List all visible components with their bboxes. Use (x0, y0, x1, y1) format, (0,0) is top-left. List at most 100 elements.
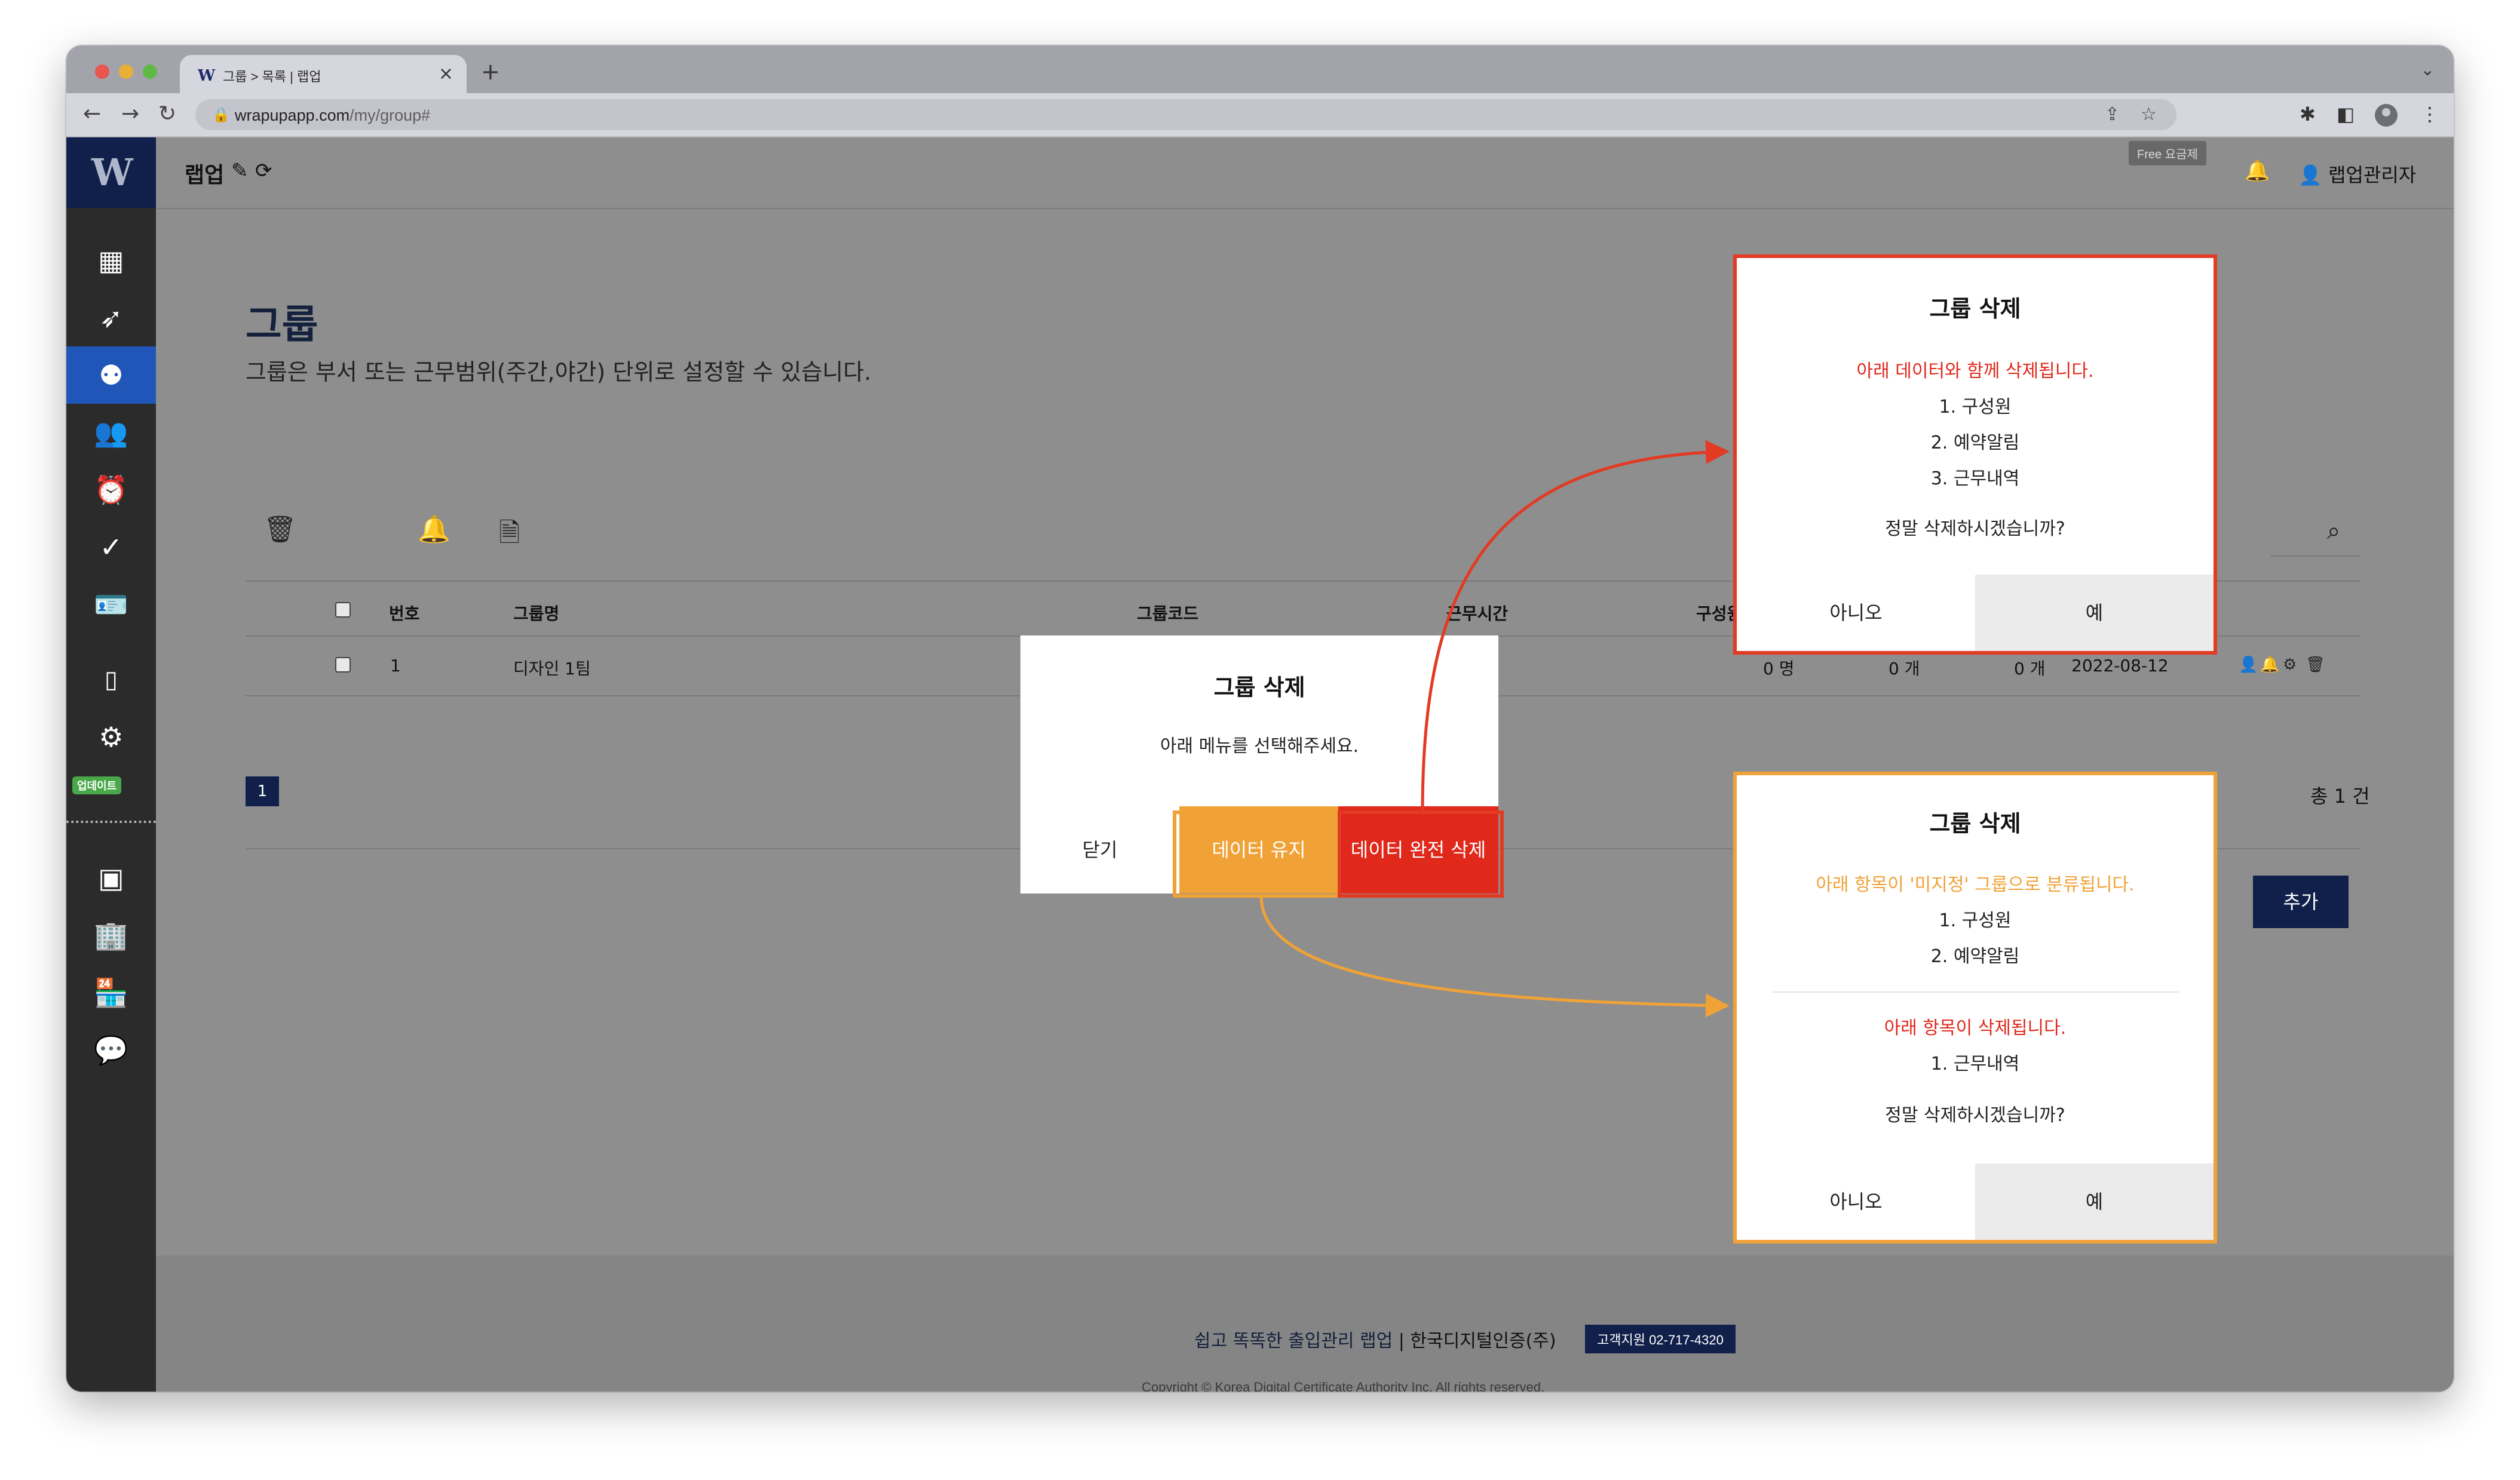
header-number[interactable]: 번호 (389, 601, 420, 625)
list-item: 3. 근무내역 (1930, 468, 2020, 489)
row-count-b: 0 개 (2014, 659, 2046, 678)
notification-bell-icon[interactable]: 🔔 (2245, 159, 2270, 183)
total-count: 총 1 건 (2310, 785, 2370, 807)
delete-group-dialog: 그룹 삭제 아래 메뉴를 선택해주세요. 닫기 데이터 유지 데이터 완전 삭제 (1020, 635, 1498, 893)
minimize-window-button[interactable] (119, 65, 133, 79)
dialog-title: 그룹 삭제 (1929, 296, 2021, 322)
dialog-warning: 아래 항목이 삭제됩니다. (1884, 1018, 2067, 1039)
lock-icon: 🔒 (212, 106, 230, 123)
building-icon[interactable]: 🏢 (66, 907, 156, 964)
app-header: 랩업 ✎ ⟳ Free 요금제 🔔 👤 랩업관리자 (156, 137, 2454, 209)
update-badge: 업데이트 (72, 776, 122, 794)
favicon-icon: W (198, 67, 216, 85)
dashboard-icon[interactable]: ▦ (66, 232, 156, 289)
header-group-name[interactable]: 그룹명 (513, 601, 559, 625)
user-name: 랩업관리자 (2328, 164, 2417, 186)
plan-badge: Free 요금제 (2129, 141, 2206, 165)
add-button[interactable]: 추가 (2253, 876, 2349, 928)
list-item: 1. 구성원 (1939, 397, 2012, 417)
app-logo[interactable]: W (66, 137, 156, 208)
rocket-icon[interactable]: ➶ (66, 289, 156, 346)
close-window-button[interactable] (95, 65, 109, 79)
profile-avatar[interactable] (2375, 104, 2398, 127)
yes-button[interactable]: 예 (1975, 1163, 2214, 1240)
edit-pencil-icon[interactable]: ✎ (231, 159, 249, 183)
no-button[interactable]: 아니오 (1737, 575, 1975, 651)
share-icon[interactable]: ⇪ (2105, 104, 2120, 125)
refresh-icon[interactable]: ⟳ (255, 159, 272, 183)
maximize-window-button[interactable] (143, 65, 157, 79)
tab-title: 그룹 > 목록 | 랩업 (223, 69, 321, 84)
trash-icon[interactable]: 🗑 (263, 514, 297, 545)
row-group-name[interactable]: 디자인 1팀 (513, 656, 591, 680)
no-button[interactable]: 아니오 (1737, 1163, 1975, 1240)
dialog-confirm: 정말 삭제하시겠습니까? (1885, 518, 2065, 539)
group-icon[interactable]: ⚉ (66, 346, 156, 404)
alarm-icon[interactable]: ⏰ (66, 461, 156, 518)
store-icon[interactable]: 🏪 (66, 964, 156, 1021)
header-work-time[interactable]: 근무시간 (1446, 601, 1508, 625)
extensions-icon[interactable]: ✱ (2300, 103, 2316, 125)
tab-list-chevron-icon[interactable]: ⌄ (2421, 60, 2435, 79)
row-bell-icon[interactable]: 🔔 (2260, 656, 2279, 674)
people-icon[interactable]: 👥 (66, 404, 156, 461)
footer: 쉽고 똑똑한 출입관리 랩업 | 한국디지털인증(주) 고객지원 02-717-… (156, 1255, 2454, 1392)
yes-button[interactable]: 예 (1975, 575, 2214, 651)
pagination-page-1[interactable]: 1 (246, 776, 279, 806)
page-description: 그룹은 부서 또는 근무범위(주간,야간) 단위로 설정할 수 있습니다. (246, 359, 872, 385)
header-group-code[interactable]: 그룹코드 (1137, 601, 1198, 625)
list-item: 2. 예약알림 (1930, 432, 2020, 453)
address-bar[interactable]: 🔒 wrapupapp.com/my/group# ⇪ ☆ (195, 99, 2176, 130)
check-icon[interactable]: ✓ (66, 518, 156, 576)
row-trash-icon[interactable]: 🗑 (2306, 656, 2325, 674)
side-panel-icon[interactable]: ◧ (2337, 103, 2355, 125)
excel-export-icon[interactable]: 🗎 (499, 514, 520, 558)
brand-name: 랩업 (185, 163, 225, 188)
url-text: wrapupapp.com/my/group# (235, 106, 431, 124)
user-menu[interactable]: 👤 랩업관리자 (2298, 160, 2416, 188)
dialog-confirm: 정말 삭제하시겠습니까? (1885, 1105, 2065, 1126)
search-icon[interactable]: ⌕ (2327, 517, 2340, 545)
keep-data-button[interactable]: 데이터 유지 (1179, 806, 1338, 893)
dialog-title: 그룹 삭제 (1929, 810, 2021, 837)
browser-tab[interactable]: W 그룹 > 목록 | 랩업 × (180, 55, 467, 93)
list-item: 1. 근무내역 (1930, 1054, 2020, 1074)
search-input[interactable] (2271, 555, 2360, 557)
copyright: Copyright © Korea Digital Certificate Au… (1142, 1380, 1545, 1392)
new-tab-icon[interactable]: + (481, 59, 500, 85)
footer-text: 쉽고 똑똑한 출입관리 랩업 | 한국디지털인증(주) (1194, 1331, 1556, 1352)
chat-icon[interactable]: 💬 (66, 1021, 156, 1079)
select-all-checkbox[interactable] (335, 602, 351, 618)
row-count-a: 0 개 (1889, 659, 1920, 678)
row-member-icon[interactable]: 👤 (2239, 656, 2258, 674)
contact-icon[interactable]: ▣ (66, 849, 156, 907)
delete-all-data-button[interactable]: 데이터 완전 삭제 (1338, 806, 1498, 893)
sidebar-divider (66, 821, 156, 823)
row-number: 1 (390, 656, 401, 675)
dialog-warning: 아래 데이터와 함께 삭제됩니다. (1856, 361, 2094, 382)
bookmark-star-icon[interactable]: ☆ (2141, 104, 2157, 125)
dialog-message: 아래 메뉴를 선택해주세요. (1160, 736, 1359, 757)
close-button[interactable]: 닫기 (1020, 806, 1179, 893)
tab-bar: W 그룹 > 목록 | 랩업 × + ⌄ (66, 45, 2454, 93)
browser-menu-icon[interactable]: ⋮ (2420, 103, 2439, 125)
list-item: 1. 구성원 (1939, 910, 2012, 931)
id-card-icon[interactable]: 🪪 (66, 576, 156, 633)
support-phone-badge[interactable]: 고객지원 02-717-4320 (1585, 1325, 1736, 1353)
row-settings-icon[interactable]: ⚙ (2283, 656, 2297, 674)
settings-icon[interactable]: ⚙ (66, 708, 156, 766)
dialog-separator (1773, 991, 2179, 993)
row-member-count: 0 명 (1763, 659, 1795, 678)
tab-close-icon[interactable]: × (439, 63, 453, 84)
phone-icon[interactable]: ▯ (66, 651, 156, 708)
list-item: 2. 예약알림 (1930, 946, 2020, 967)
back-icon[interactable]: ← (83, 102, 101, 126)
bell-icon[interactable]: 🔔 (418, 514, 450, 545)
page-title: 그룹 (246, 302, 318, 348)
forward-icon[interactable]: → (121, 102, 139, 126)
reload-icon[interactable]: ↻ (158, 102, 176, 126)
dialog-title: 그룹 삭제 (1213, 674, 1305, 701)
browser-window: W 그룹 > 목록 | 랩업 × + ⌄ ← → ↻ 🔒 wrapupapp.c… (66, 45, 2454, 1392)
row-checkbox[interactable] (335, 657, 351, 673)
dialog-notice: 아래 항목이 '미지정' 그룹으로 분류됩니다. (1816, 874, 2135, 895)
